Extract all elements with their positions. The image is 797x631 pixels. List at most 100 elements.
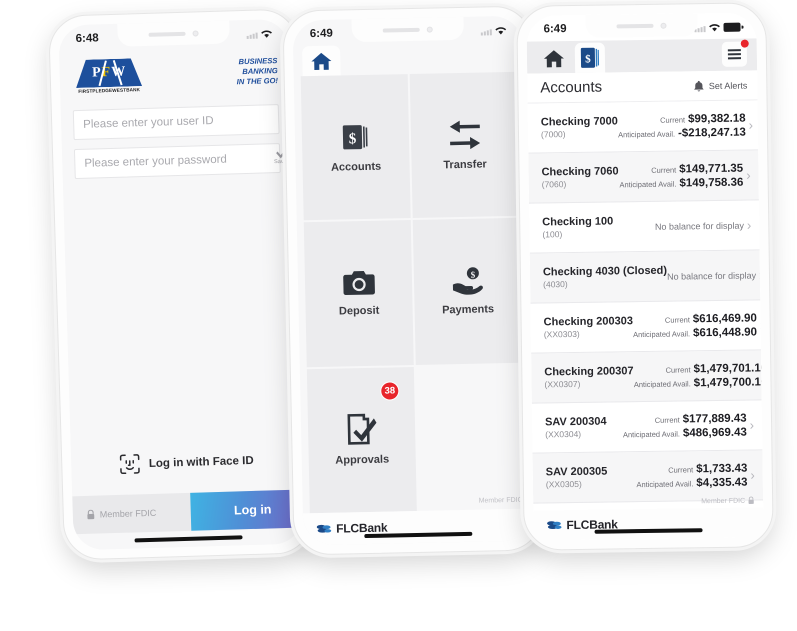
menu-grid: $ Accounts Transfer Deposit $ Payments 3… [300,71,526,514]
anticipated-balance-value: $616,448.90 [692,325,758,339]
account-identity: Checking 4030 (Closed) (4030) [543,265,667,290]
tile-approvals-label: Approvals [335,453,390,467]
current-balance-label: Current [665,364,691,375]
account-row[interactable]: Checking 4030 (Closed) (4030) No balance f… [529,250,763,304]
hamburger-menu-button[interactable] [721,39,749,67]
account-identity: SAV 200305 (XX0305) [546,466,608,490]
login-footer: Member FDIC Log in [72,489,304,535]
logo-triangle: P F W [75,58,142,88]
notch [117,20,230,47]
anticipated-balance-label: Anticipated Avail. [633,378,691,389]
tile-transfer-label: Transfer [443,158,487,171]
current-balance-label: Current [651,165,677,175]
account-row[interactable]: Checking 200307 (XX0307) Current $1,479,701… [531,350,764,404]
set-alerts-button[interactable]: Set Alerts [694,79,748,92]
chevron-right-icon: › [749,417,755,433]
svg-text:$: $ [348,131,356,147]
no-balance-message: No balance for display [667,269,757,282]
account-balances: Current $616,469.90 Anticipated Avail. $616… [633,312,763,340]
anticipated-balance: Anticipated Avail. -$218,247.13 [618,126,746,140]
anticipated-balance: Anticipated Avail. $4,335.43 [636,476,747,490]
tile-payments[interactable]: $ Payments [412,218,523,365]
current-balance-value: $99,382.18 [687,112,746,125]
account-row[interactable]: SAV 200304 (XX0304) Current $177,889.43 Anti… [531,400,763,454]
account-balances: Current $99,382.18 Anticipated Avail. -$218… [618,112,753,140]
wifi-icon [260,29,272,38]
tile-accounts[interactable]: $ Accounts [300,74,411,221]
clipboard-check-icon [346,414,376,446]
tab-bar: $ [526,38,758,74]
anticipated-balance-value: $1,479,700.10 [693,375,764,389]
chevron-right-icon: › [748,117,754,133]
chevron-right-icon: › [746,167,751,183]
anticipated-balance: Anticipated Avail. $486,969.43 [623,426,747,440]
phone-accounts-screen: 6:49 $ Accounts Set Alerts Checking 7000… [526,12,764,541]
signal-icon [480,28,492,36]
current-balance: Current $177,889.43 [655,412,747,425]
phone-home-menu: 6:49 $ Accounts Transfer Deposit $ Payme… [282,5,544,556]
anticipated-balance: Anticipated Avail. $616,448.90 [633,326,757,340]
current-balance-label: Current [660,114,686,125]
anticipated-balance-value: $486,969.43 [682,426,747,439]
battery-icon [723,22,741,32]
account-number: (XX0305) [545,478,582,490]
chevron-right-icon: › [759,317,764,333]
balance-block: Current $99,382.18 Anticipated Avail. -$218… [618,112,746,140]
home-tab[interactable] [302,45,341,77]
log-in-label: Log in [233,502,272,518]
login-body: P F W FIRSTPLEDGEWESTBANK BUSINESS BANKI… [59,44,304,551]
home-tab[interactable] [539,43,569,73]
account-identity: Checking 100 (100) [542,215,613,239]
tile-approvals[interactable]: 38 Approvals [306,366,417,514]
current-balance-label: Current [668,464,694,475]
current-balance: Current $1,733.43 [668,462,747,475]
face-id-login-button[interactable]: Log in with Face ID [71,449,302,477]
account-balances: Current $177,889.43 Anticipated Avail. $486… [623,412,755,440]
no-balance-message: No balance for display [654,220,745,232]
account-row[interactable]: SAV 200305 (XX0305) Current $1,733.43 Antici… [532,450,764,504]
account-row[interactable]: Checking 7060 (7060) Current $149,771.35 Ant… [528,150,759,204]
password-input[interactable]: Please enter your password [73,143,281,180]
face-id-label: Log in with Face ID [148,454,254,470]
accounts-list[interactable]: Checking 7000 (7000) Current $99,382.18 Anti… [527,100,764,511]
checkbook-icon: $ [580,47,600,68]
approvals-badge: 38 [380,380,400,401]
log-in-button[interactable]: Log in [190,489,304,531]
tile-payments-label: Payments [442,303,495,317]
current-balance: Current $149,771.35 [651,162,743,175]
accounts-tab[interactable]: $ [574,42,606,73]
account-row[interactable]: Checking 7000 (7000) Current $99,382.18 Anti… [527,100,759,154]
anticipated-balance-label: Anticipated Avail. [619,179,677,189]
tile-deposit[interactable]: Deposit [303,220,414,367]
brand-row: P F W FIRSTPLEDGEWESTBANK BUSINESS BANKI… [59,45,290,102]
tagline: BUSINESS BANKING IN THE GO! [236,56,279,87]
home-icon [311,52,332,70]
account-balances: No balance for display › [667,267,763,282]
home-footer: Member FDIC FLCBank [302,497,534,546]
account-row[interactable]: Checking 100 (100) No balance for display › [528,200,760,254]
account-row[interactable]: Checking 200303 (XX0303) Current $616,469.9… [530,300,763,354]
tile-transfer[interactable]: Transfer [409,71,520,219]
current-balance-label: Current [664,314,690,325]
transfer-arrows-icon [449,120,480,149]
tagline-line-3: IN THE GO! [236,75,279,87]
status-indicators [480,25,507,36]
account-balances: Current $149,771.35 Anticipated Avail. $149… [619,162,751,190]
screenshot-canvas: 6:48 P F W [0,0,797,631]
status-time: 6:49 [309,27,333,41]
member-fdic: Member FDIC [701,496,754,505]
user-id-input[interactable]: Please enter your user ID [72,104,280,141]
anticipated-balance-label: Anticipated Avail. [622,429,680,439]
status-time: 6:48 [75,32,99,46]
account-balances: No balance for display › [654,218,752,233]
front-camera [192,29,199,37]
account-name: Checking 7060 [541,165,619,179]
account-name: Checking 100 [542,215,614,229]
current-balance: Current $616,469.90 [665,312,757,325]
front-camera [660,22,667,29]
speaker-grille [148,31,186,37]
notch [351,16,464,43]
anticipated-balance-value: -$218,247.13 [677,126,746,140]
status-indicators [694,22,741,32]
signal-icon [246,32,258,39]
